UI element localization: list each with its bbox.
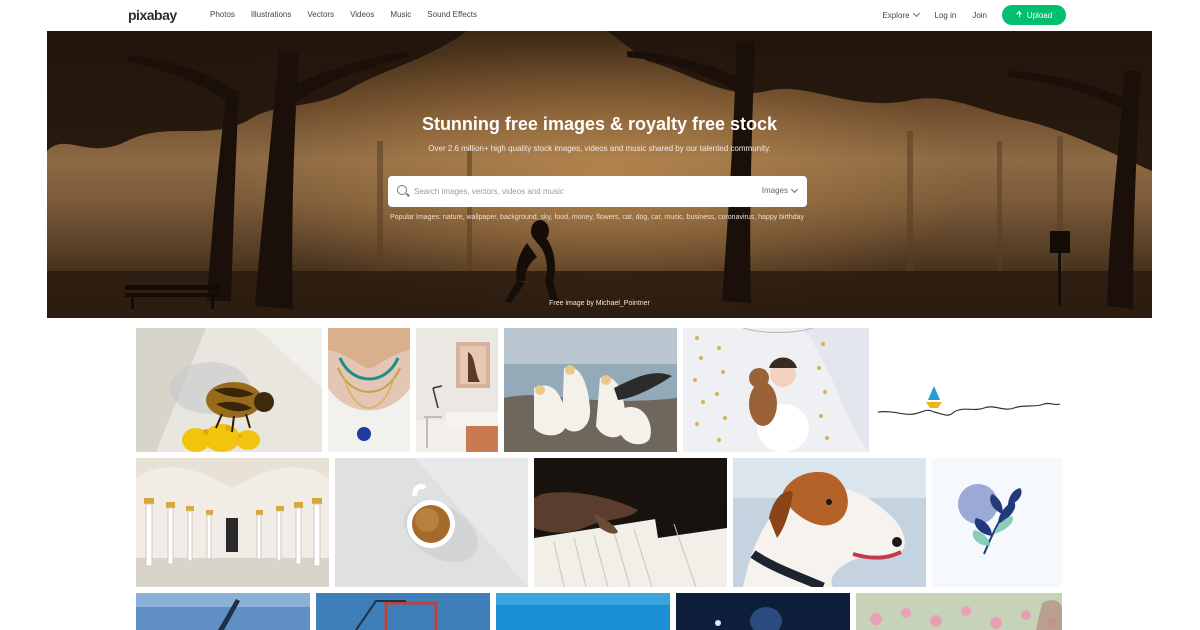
nav-vectors[interactable]: Vectors: [307, 10, 334, 19]
upload-button[interactable]: Upload: [1002, 5, 1066, 25]
piano-hands-image[interactable]: [534, 458, 727, 587]
search-bar: Images: [388, 176, 807, 207]
image-credit[interactable]: Free image by Michael_Pointner: [47, 300, 1152, 307]
nav-videos[interactable]: Videos: [350, 10, 374, 19]
chevron-down-icon: [790, 185, 799, 193]
search-icon[interactable]: [397, 185, 407, 195]
harbor-cranes-image[interactable]: [316, 593, 490, 630]
chevron-down-icon: [912, 9, 920, 18]
nav-music[interactable]: Music: [390, 10, 411, 19]
main-nav: Photos Illustrations Vectors Videos Musi…: [210, 10, 493, 19]
girl-with-teddy-bear-image[interactable]: [683, 328, 869, 452]
pixabay-logo[interactable]: pixabay: [128, 7, 177, 23]
leaf-illustration-image[interactable]: [932, 458, 1062, 587]
gannets-birds-image[interactable]: [504, 328, 677, 452]
nav-illustrations[interactable]: Illustrations: [251, 10, 291, 19]
search-type-label: Images: [761, 186, 788, 195]
popular-images-text: Popular Images: nature, wallpaper, backg…: [389, 214, 805, 221]
dark-blue-image[interactable]: [676, 593, 850, 630]
explore-label: Explore: [882, 10, 910, 20]
boat-line-illustration-image[interactable]: [874, 328, 1062, 452]
bee-on-flower-image[interactable]: [136, 328, 322, 452]
search-input[interactable]: [414, 184, 744, 199]
account-nav: Explore Log in Join Upload: [866, 5, 1066, 25]
upload-icon: [1016, 11, 1024, 19]
nav-photos[interactable]: Photos: [210, 10, 235, 19]
login-link[interactable]: Log in: [935, 11, 957, 20]
upload-label: Upload: [1026, 10, 1053, 20]
pink-flowers-image[interactable]: [856, 593, 1062, 630]
nav-sound-effects[interactable]: Sound Effects: [427, 10, 477, 19]
hero-banner: Stunning free images & royalty free stoc…: [47, 31, 1152, 318]
top-navbar: pixabay Photos Illustrations Vectors Vid…: [0, 0, 1200, 31]
coffee-cup-image[interactable]: [335, 458, 528, 587]
park-silhouette-image: [47, 31, 1152, 318]
crane-sky-image[interactable]: [136, 593, 310, 630]
explore-menu[interactable]: Explore: [882, 9, 920, 20]
search-type-dropdown[interactable]: Images: [761, 185, 799, 195]
blue-sky-image[interactable]: [496, 593, 670, 630]
necklaces-image[interactable]: [328, 328, 410, 452]
hero-subtitle: Over 2.6 million+ high quality stock ima…: [428, 144, 771, 153]
hero-title: Stunning free images & royalty free stoc…: [421, 114, 778, 134]
join-link[interactable]: Join: [972, 11, 987, 20]
dog-portrait-image[interactable]: [733, 458, 926, 587]
interior-bedroom-image[interactable]: [416, 328, 498, 452]
mosque-arches-image[interactable]: [136, 458, 329, 587]
